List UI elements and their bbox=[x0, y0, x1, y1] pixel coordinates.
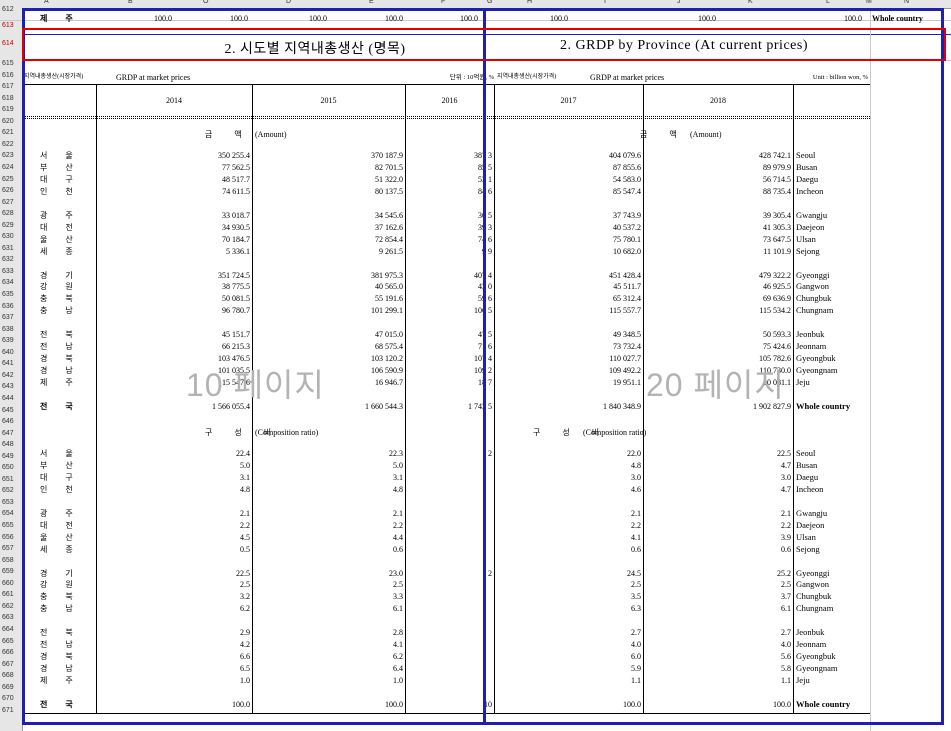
row-header-627[interactable]: 627 bbox=[0, 199, 22, 206]
row-header-633[interactable]: 633 bbox=[0, 268, 22, 275]
column-header-D[interactable]: D bbox=[286, 0, 291, 5]
column-header-K[interactable]: K bbox=[748, 0, 753, 5]
row-header-637[interactable]: 637 bbox=[0, 314, 22, 321]
row-header-614[interactable]: 614 bbox=[0, 40, 22, 47]
row-header-613[interactable]: 613 bbox=[0, 22, 22, 29]
row-header-671[interactable]: 671 bbox=[0, 707, 22, 714]
row-header-663[interactable]: 663 bbox=[0, 614, 22, 621]
row-header-662[interactable]: 662 bbox=[0, 603, 22, 610]
row-header-629[interactable]: 629 bbox=[0, 222, 22, 229]
row-header-667[interactable]: 667 bbox=[0, 661, 22, 668]
row-header-638[interactable]: 638 bbox=[0, 326, 22, 333]
row-header-630[interactable]: 630 bbox=[0, 233, 22, 240]
row-header-624[interactable]: 624 bbox=[0, 164, 22, 171]
row-header-655[interactable]: 655 bbox=[0, 522, 22, 529]
row-header-616[interactable]: 616 bbox=[0, 72, 22, 79]
row-header-651[interactable]: 651 bbox=[0, 476, 22, 483]
row-header-666[interactable]: 666 bbox=[0, 649, 22, 656]
row-header-642[interactable]: 642 bbox=[0, 372, 22, 379]
row-header-660[interactable]: 660 bbox=[0, 580, 22, 587]
row-header-643[interactable]: 643 bbox=[0, 383, 22, 390]
row-header-668[interactable]: 668 bbox=[0, 672, 22, 679]
column-header-I[interactable]: I bbox=[604, 0, 606, 5]
column-header-A[interactable]: A bbox=[44, 0, 49, 5]
column-header-N[interactable]: N bbox=[904, 0, 909, 5]
column-header-O[interactable]: O bbox=[203, 0, 208, 5]
row-header-635[interactable]: 635 bbox=[0, 291, 22, 298]
row-header-646[interactable]: 646 bbox=[0, 418, 22, 425]
row-header-659[interactable]: 659 bbox=[0, 568, 22, 575]
column-header-G[interactable]: G bbox=[487, 0, 492, 5]
row-header-649[interactable]: 649 bbox=[0, 453, 22, 460]
column-header-B[interactable]: B bbox=[128, 0, 133, 5]
row-header-665[interactable]: 665 bbox=[0, 638, 22, 645]
row-header-654[interactable]: 654 bbox=[0, 510, 22, 517]
row-header-623[interactable]: 623 bbox=[0, 152, 22, 159]
row-header-640[interactable]: 640 bbox=[0, 349, 22, 356]
row-header-669[interactable]: 669 bbox=[0, 684, 22, 691]
row-header-617[interactable]: 617 bbox=[0, 83, 22, 90]
row-header-644[interactable]: 644 bbox=[0, 395, 22, 402]
row-header-648[interactable]: 648 bbox=[0, 441, 22, 448]
row-header-612[interactable]: 612 bbox=[0, 6, 22, 13]
row-header-634[interactable]: 634 bbox=[0, 279, 22, 286]
row-header-657[interactable]: 657 bbox=[0, 545, 22, 552]
row-header-622[interactable]: 622 bbox=[0, 141, 22, 148]
selection-rectangle bbox=[22, 28, 946, 61]
column-header-L[interactable]: L bbox=[826, 0, 830, 5]
row-header-621[interactable]: 621 bbox=[0, 129, 22, 136]
row-header-631[interactable]: 631 bbox=[0, 245, 22, 252]
row-header-647[interactable]: 647 bbox=[0, 430, 22, 437]
row-header-615[interactable]: 615 bbox=[0, 60, 22, 67]
row-header-670[interactable]: 670 bbox=[0, 695, 22, 702]
row-header-661[interactable]: 661 bbox=[0, 591, 22, 598]
row-header-653[interactable]: 653 bbox=[0, 499, 22, 506]
column-header-F[interactable]: F bbox=[441, 0, 445, 5]
row-header-645[interactable]: 645 bbox=[0, 407, 22, 414]
row-header-641[interactable]: 641 bbox=[0, 360, 22, 367]
row-header-626[interactable]: 626 bbox=[0, 187, 22, 194]
row-header-650[interactable]: 650 bbox=[0, 464, 22, 471]
row-header-625[interactable]: 625 bbox=[0, 176, 22, 183]
row-header-619[interactable]: 619 bbox=[0, 106, 22, 113]
page-break-vertical bbox=[483, 8, 486, 725]
column-header-H[interactable]: H bbox=[527, 0, 532, 5]
column-header-M[interactable]: M bbox=[866, 0, 872, 5]
row-header-620[interactable]: 620 bbox=[0, 118, 22, 125]
row-header-618[interactable]: 618 bbox=[0, 95, 22, 102]
column-header-J[interactable]: J bbox=[677, 0, 681, 5]
row-header-656[interactable]: 656 bbox=[0, 534, 22, 541]
row-header-628[interactable]: 628 bbox=[0, 210, 22, 217]
row-header-652[interactable]: 652 bbox=[0, 487, 22, 494]
row-header-bar: 612 613 614 615 616 617 618 619 620 621 622 623 624 6… bbox=[0, 6, 23, 731]
spreadsheet-page-break-preview[interactable]: A B O D E F G H I J K L M N 612 613 614 615 616 617 618 619 62… bbox=[0, 0, 951, 731]
row-header-658[interactable]: 658 bbox=[0, 557, 22, 564]
column-header-E[interactable]: E bbox=[369, 0, 374, 5]
row-header-664[interactable]: 664 bbox=[0, 626, 22, 633]
row-header-632[interactable]: 632 bbox=[0, 256, 22, 263]
row-header-636[interactable]: 636 bbox=[0, 303, 22, 310]
row-header-639[interactable]: 639 bbox=[0, 337, 22, 344]
